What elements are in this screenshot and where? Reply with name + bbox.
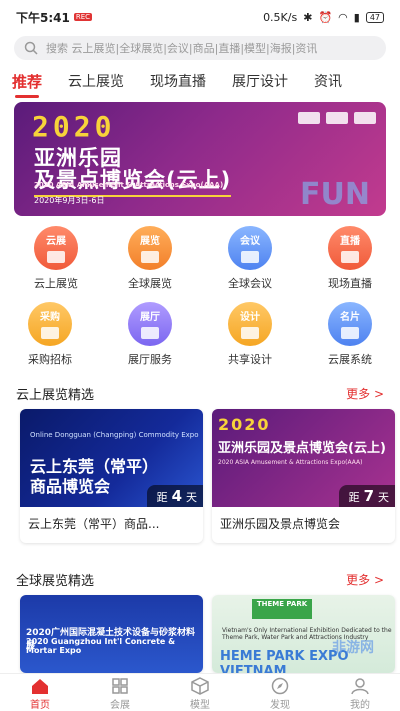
cloud-expo-icon: 云展 bbox=[34, 226, 78, 270]
grid-label: 云上展览 bbox=[34, 277, 78, 290]
tab-hall-design[interactable]: 展厅设计 bbox=[232, 71, 288, 91]
grid-label: 全球展览 bbox=[128, 277, 172, 290]
expo-card[interactable]: Online Dongguan (Changping) Commodity Ex… bbox=[20, 409, 203, 543]
discover-icon bbox=[271, 677, 289, 695]
network-speed: 0.5K/s bbox=[263, 10, 298, 24]
grid-item-shared-design[interactable]: 设计 共享设计 bbox=[210, 302, 290, 367]
nav-profile[interactable]: 我的 bbox=[320, 674, 400, 711]
section-title: 云上展览精选 bbox=[16, 388, 95, 403]
banner-date: 2020年9月3日-6日 bbox=[34, 196, 105, 205]
grid-item-cloud-system[interactable]: 名片 云展系统 bbox=[310, 302, 390, 367]
nav-expo[interactable]: 会展 bbox=[80, 674, 160, 711]
expo-card-image: Online Dongguan (Changping) Commodity Ex… bbox=[20, 409, 203, 507]
recording-badge: REC bbox=[73, 13, 93, 21]
more-link[interactable]: 更多 > bbox=[346, 385, 384, 402]
grid-label: 共享设计 bbox=[228, 353, 272, 366]
expo-card-image: THEME PARK Vietnam's Only International … bbox=[212, 595, 395, 673]
grid-label: 展厅服务 bbox=[128, 353, 172, 366]
live-icon: 直播 bbox=[328, 226, 372, 270]
watermark: 非游网 bbox=[332, 640, 374, 656]
model-cube-icon bbox=[191, 677, 209, 695]
more-link[interactable]: 更多 > bbox=[346, 571, 384, 588]
purchase-icon: 采购 bbox=[28, 302, 72, 346]
grid-label: 云展系统 bbox=[328, 353, 372, 366]
grid-item-purchase[interactable]: 采购 采购招标 bbox=[10, 302, 90, 367]
banner-deco-text: FUN bbox=[300, 177, 370, 212]
card-icon: 名片 bbox=[328, 302, 372, 346]
search-icon bbox=[24, 41, 38, 55]
hall-icon: 展厅 bbox=[128, 302, 172, 346]
grid-item-live[interactable]: 直播 现场直播 bbox=[310, 226, 390, 291]
expo-card-image: 2020广州国际混凝土技术设备与砂浆材料展 2020 Guangzhou Int… bbox=[20, 595, 203, 673]
search-placeholder: 搜索 云上展览|全球展览|会议|商品|直播|模型|海报|资讯 bbox=[46, 42, 318, 55]
tab-news[interactable]: 资讯 bbox=[314, 71, 342, 91]
nav-model[interactable]: 模型 bbox=[160, 674, 240, 711]
expo-card-title: 亚洲乐园及景点博览会 bbox=[220, 517, 341, 531]
grid-item-global-expo[interactable]: 展览 全球展览 bbox=[110, 226, 190, 291]
section-cloud-expo-header: 云上展览精选 更多 > bbox=[16, 384, 384, 403]
grid-label: 全球会议 bbox=[228, 277, 272, 290]
section-title: 全球展览精选 bbox=[16, 574, 95, 589]
expo-card-title: 云上东莞（常平）商品... bbox=[28, 517, 160, 531]
category-tabs: 推荐 云上展览 现场直播 展厅设计 资讯 bbox=[0, 64, 400, 98]
nav-home[interactable]: 首页 bbox=[0, 674, 80, 711]
banner-year: 2020 bbox=[32, 110, 116, 143]
banner-subtitle: 2020 ASIA Amusement & Attractions Expo(A… bbox=[34, 181, 224, 189]
countdown-badge: 距4天 bbox=[146, 485, 203, 507]
expo-card[interactable]: 2020广州国际混凝土技术设备与砂浆材料展 2020 Guangzhou Int… bbox=[20, 595, 203, 673]
expo-card-image: 2020 亚洲乐园及景点博览会(云上) 2020 ASIA Amusement … bbox=[212, 409, 395, 507]
signal-icon: ▮ bbox=[353, 10, 360, 24]
promo-banner[interactable]: 2020 亚洲乐园 及景点博览会(云上) 2020 ASIA Amusement… bbox=[14, 102, 386, 216]
status-time: 下午5:41 bbox=[16, 10, 70, 25]
battery-icon: 47 bbox=[365, 11, 384, 23]
section-global-expo-header: 全球展览精选 更多 > bbox=[16, 570, 384, 589]
grid-item-global-meeting[interactable]: 会议 全球会议 bbox=[210, 226, 290, 291]
grid-label: 采购招标 bbox=[28, 353, 72, 366]
sponsor-logos bbox=[298, 112, 376, 124]
global-expo-icon: 展览 bbox=[128, 226, 172, 270]
expo-grid-icon bbox=[112, 678, 128, 694]
wifi-icon: ◠ bbox=[338, 10, 348, 24]
meeting-icon: 会议 bbox=[228, 226, 272, 270]
search-area: 搜索 云上展览|全球展览|会议|商品|直播|模型|海报|资讯 bbox=[0, 34, 400, 64]
grid-item-cloud-expo[interactable]: 云展 云上展览 bbox=[16, 226, 96, 291]
tab-cloud-expo[interactable]: 云上展览 bbox=[68, 71, 124, 91]
main-content: 2020 亚洲乐园 及景点博览会(云上) 2020 ASIA Amusement… bbox=[0, 98, 400, 673]
expo-card[interactable]: THEME PARK Vietnam's Only International … bbox=[212, 595, 395, 673]
bluetooth-icon: ✱ bbox=[303, 10, 313, 24]
tab-live[interactable]: 现场直播 bbox=[150, 71, 206, 91]
grid-item-hall-service[interactable]: 展厅 展厅服务 bbox=[110, 302, 190, 367]
bottom-nav: 首页 会展 模型 发现 我的 bbox=[0, 673, 400, 711]
design-icon: 设计 bbox=[228, 302, 272, 346]
countdown-badge: 距7天 bbox=[338, 485, 395, 507]
status-right: 0.5K/s ✱ ⏰ ◠ ▮ 47 bbox=[263, 11, 384, 24]
nav-discover[interactable]: 发现 bbox=[240, 674, 320, 711]
expo-card[interactable]: 2020 亚洲乐园及景点博览会(云上) 2020 ASIA Amusement … bbox=[212, 409, 395, 543]
profile-icon bbox=[351, 678, 369, 695]
home-icon bbox=[32, 679, 48, 694]
tab-recommend[interactable]: 推荐 bbox=[12, 71, 42, 98]
alarm-icon: ⏰ bbox=[318, 10, 333, 24]
grid-label: 现场直播 bbox=[328, 277, 372, 290]
search-input[interactable]: 搜索 云上展览|全球展览|会议|商品|直播|模型|海报|资讯 bbox=[14, 36, 386, 60]
status-bar: 下午5:41 REC 0.5K/s ✱ ⏰ ◠ ▮ 47 bbox=[0, 0, 400, 34]
